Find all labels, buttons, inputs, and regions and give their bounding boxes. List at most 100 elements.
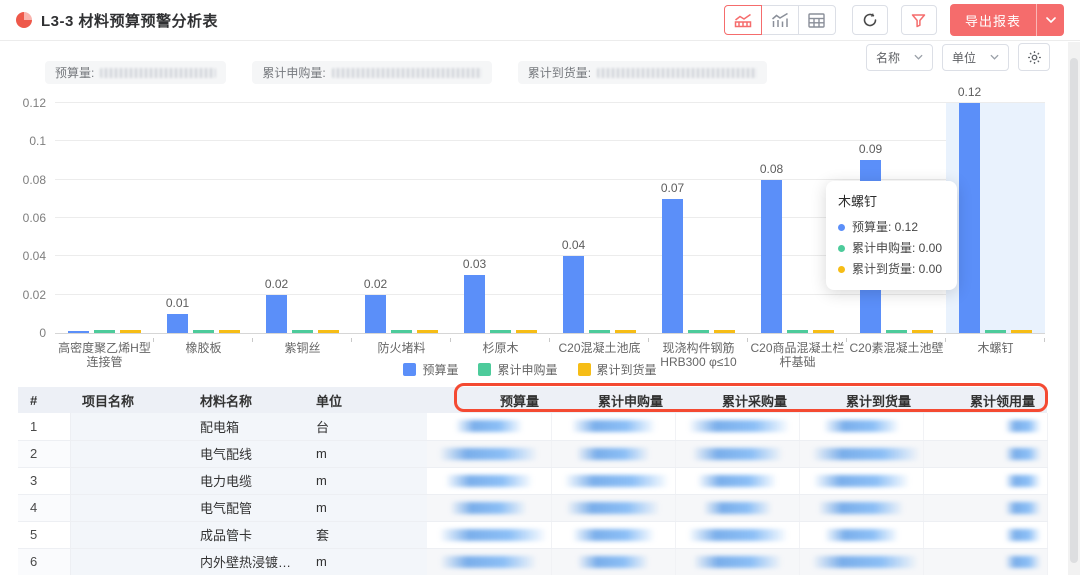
legend-item[interactable]: 累计到货量 xyxy=(578,361,657,378)
value-cell xyxy=(675,521,799,548)
bar-group[interactable]: 0.12 xyxy=(946,103,1045,333)
redacted-value xyxy=(571,420,656,432)
bar-预算量[interactable] xyxy=(365,295,386,333)
material-name-cell: 电气配管 xyxy=(188,494,304,521)
redacted-value xyxy=(697,475,777,487)
bar-group[interactable]: 0.04 xyxy=(550,103,649,333)
refresh-button[interactable] xyxy=(852,5,888,35)
y-axis-tick-label: 0.08 xyxy=(6,173,46,187)
redacted-value xyxy=(439,529,547,541)
value-cell xyxy=(923,548,1047,575)
bar-累计申购量[interactable] xyxy=(490,330,511,333)
bar-累计申购量[interactable] xyxy=(391,330,412,333)
row-index-cell: 2 xyxy=(18,440,70,467)
bar-预算量[interactable] xyxy=(464,275,485,333)
bar-累计到货量[interactable] xyxy=(120,330,141,333)
column-header: 材料名称 xyxy=(188,387,304,413)
filter-funnel-icon xyxy=(911,13,926,28)
bar-累计申购量[interactable] xyxy=(886,330,907,333)
row-index-cell: 4 xyxy=(18,494,70,521)
bar-累计申购量[interactable] xyxy=(193,330,214,333)
bar-累计到货量[interactable] xyxy=(417,330,438,333)
value-cell xyxy=(675,467,799,494)
line-chart-view-button[interactable] xyxy=(761,5,799,35)
value-cell xyxy=(551,521,675,548)
bar-wrap xyxy=(391,103,412,333)
vertical-scrollbar-thumb[interactable] xyxy=(1070,58,1078,563)
bar-预算量[interactable] xyxy=(959,103,980,333)
pie-chart-icon xyxy=(16,12,32,28)
value-cell xyxy=(427,413,551,440)
bar-预算量[interactable] xyxy=(563,256,584,333)
redacted-value xyxy=(445,475,533,487)
y-axis-tick-label: 0 xyxy=(6,326,46,340)
value-cell xyxy=(427,494,551,521)
bar-预算量[interactable] xyxy=(860,160,881,333)
combo-chart-view-button[interactable] xyxy=(724,5,762,35)
bar-累计到货量[interactable] xyxy=(516,330,537,333)
bar-预算量[interactable] xyxy=(662,199,683,333)
settings-button[interactable] xyxy=(1018,43,1050,71)
redacted-value xyxy=(564,475,669,487)
bar-value-label: 0.03 xyxy=(463,257,486,271)
filter-button[interactable] xyxy=(901,5,937,35)
material-table: #项目名称材料名称单位预算量累计申购量累计采购量累计到货量累计领用量 1配电箱台… xyxy=(18,387,1047,575)
bar-累计申购量[interactable] xyxy=(985,330,1006,333)
bar-group[interactable]: 0.01 xyxy=(154,103,253,333)
bar-累计到货量[interactable] xyxy=(1011,330,1032,333)
bar-累计到货量[interactable] xyxy=(318,330,339,333)
vertical-scrollbar-track xyxy=(1068,42,1080,575)
bar-wrap: 0.12 xyxy=(959,103,980,333)
legend-label: 预算量 xyxy=(422,361,458,378)
row-index-cell: 1 xyxy=(18,413,70,440)
export-dropdown-button[interactable] xyxy=(1036,4,1064,36)
export-split-button: 导出报表 xyxy=(950,4,1064,36)
bar-group[interactable]: 0.08 xyxy=(748,103,847,333)
value-cell xyxy=(551,494,675,521)
value-cell xyxy=(923,521,1047,548)
export-report-button[interactable]: 导出报表 xyxy=(950,4,1036,36)
redacted-value xyxy=(440,556,537,568)
bar-累计申购量[interactable] xyxy=(94,330,115,333)
unit-filter-select[interactable]: 单位 xyxy=(942,44,1009,71)
redacted-value xyxy=(577,556,649,568)
bar-累计申购量[interactable] xyxy=(688,330,709,333)
legend-item[interactable]: 累计申购量 xyxy=(478,361,557,378)
bar-预算量[interactable] xyxy=(761,180,782,333)
bar-累计申购量[interactable] xyxy=(292,330,313,333)
bar-预算量[interactable] xyxy=(167,314,188,333)
bar-累计申购量[interactable] xyxy=(787,330,808,333)
bar-group[interactable]: 0.09 xyxy=(847,103,946,333)
project-name-cell xyxy=(70,413,188,440)
bar-group[interactable]: 0.02 xyxy=(352,103,451,333)
bar-group[interactable]: 0.02 xyxy=(253,103,352,333)
bar-group[interactable] xyxy=(55,103,154,333)
table-view-button[interactable] xyxy=(798,5,836,35)
bar-wrap: 0.02 xyxy=(266,103,287,333)
name-filter-select[interactable]: 名称 xyxy=(866,44,933,71)
bar-value-label: 0.04 xyxy=(562,238,585,252)
bar-累计到货量[interactable] xyxy=(714,330,735,333)
value-cell xyxy=(427,440,551,467)
bar-累计到货量[interactable] xyxy=(813,330,834,333)
bar-预算量[interactable] xyxy=(266,295,287,333)
value-cell xyxy=(551,440,675,467)
column-header: 累计采购量 xyxy=(675,387,799,413)
bar-预算量[interactable] xyxy=(68,331,89,333)
bar-group[interactable]: 0.07 xyxy=(649,103,748,333)
top-bar: L3-3 材料预算预警分析表 xyxy=(0,0,1080,41)
bar-group[interactable]: 0.03 xyxy=(451,103,550,333)
project-name-cell xyxy=(70,467,188,494)
redacted-value xyxy=(812,448,920,460)
column-header: 累计申购量 xyxy=(551,387,675,413)
bar-累计申购量[interactable] xyxy=(589,330,610,333)
value-cell xyxy=(799,440,923,467)
legend-item[interactable]: 预算量 xyxy=(403,361,458,378)
value-cell xyxy=(799,467,923,494)
bar-累计到货量[interactable] xyxy=(219,330,240,333)
bar-累计到货量[interactable] xyxy=(615,330,636,333)
bar-累计到货量[interactable] xyxy=(912,330,933,333)
value-cell xyxy=(923,440,1047,467)
unit-cell: 台 xyxy=(304,413,427,440)
y-axis-tick-label: 0.02 xyxy=(6,288,46,302)
